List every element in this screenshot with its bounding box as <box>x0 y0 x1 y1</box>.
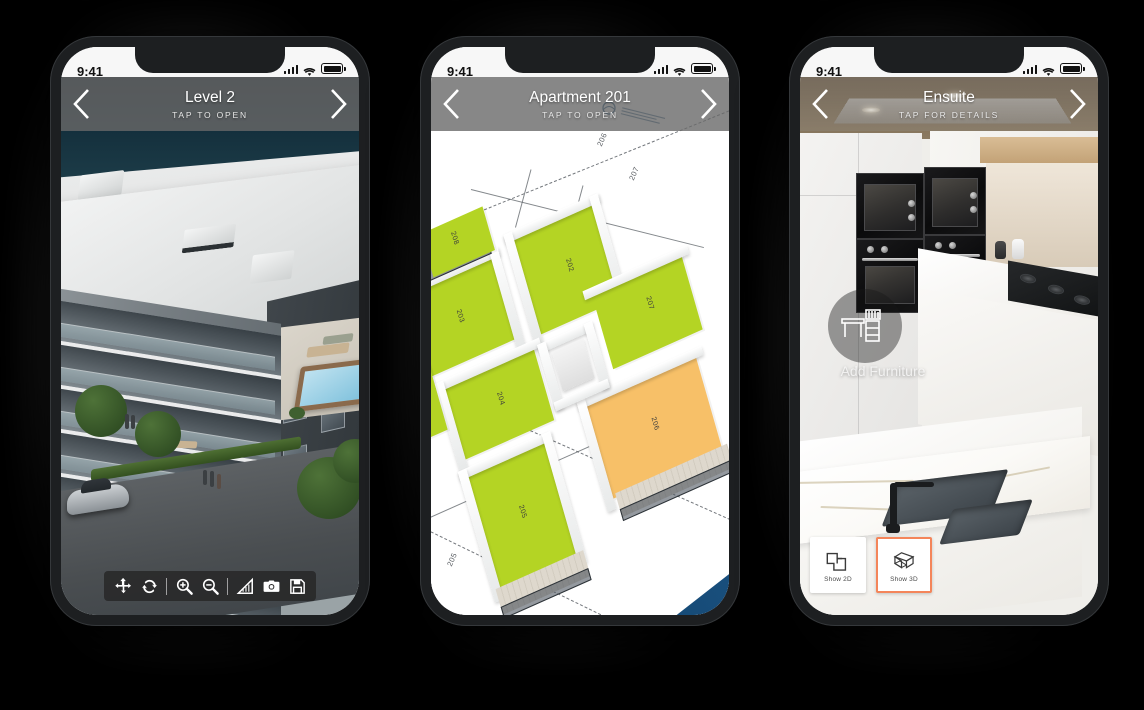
page-title: Apartment 201 <box>529 88 631 106</box>
timber-panel <box>980 137 1098 163</box>
wifi-icon <box>673 64 686 76</box>
lift-shaft <box>551 337 595 392</box>
tree <box>135 411 181 457</box>
chevron-right-icon[interactable] <box>1066 87 1088 121</box>
phone-interior: 9:41 Add Furniture Show 2D Show 3D Ensui… <box>789 36 1109 626</box>
add-furniture-label: Add Furniture <box>840 363 926 379</box>
level-navigation-bar[interactable]: Level 2 TAP TO OPEN <box>61 77 359 131</box>
toolbar-divider <box>227 577 228 595</box>
nav-text-group: Level 2 TAP TO OPEN <box>172 89 248 120</box>
chevron-left-icon[interactable] <box>71 87 93 121</box>
nav-text-group: Ensuite TAP FOR DETAILS <box>899 89 999 120</box>
phone-screen: 9:41 <box>61 47 359 615</box>
chevron-left-icon[interactable] <box>810 87 832 121</box>
page-subtitle: TAP TO OPEN <box>172 109 248 120</box>
measure-tool-button[interactable] <box>233 574 257 598</box>
status-bar-indicators <box>653 60 716 76</box>
decor-vase <box>995 241 1006 259</box>
screen-content: 205 206 207 203 202 204 205 206 207 208 … <box>431 77 729 615</box>
status-bar-indicators <box>283 60 346 76</box>
model-toolbar[interactable] <box>104 571 316 601</box>
interior-kitchen-render[interactable]: Add Furniture Show 2D Show 3D <box>800 77 1098 615</box>
show-3d-button[interactable]: Show 3D <box>876 537 932 593</box>
show-2d-label: Show 2D <box>824 575 852 583</box>
save-button[interactable] <box>285 574 309 598</box>
phone-building: 9:41 Level 2 TAP TO OPEN <box>50 36 370 626</box>
show-3d-label: Show 3D <box>890 575 918 583</box>
orbit-tool-button[interactable] <box>137 574 161 598</box>
chevron-left-icon[interactable] <box>441 87 463 121</box>
status-bar-time: 9:41 <box>816 66 843 77</box>
toolbar-divider <box>166 577 167 595</box>
status-bar-indicators <box>1022 60 1085 76</box>
pedestrian <box>203 470 207 485</box>
tap-spout <box>894 482 934 487</box>
planter <box>289 407 305 419</box>
roof-plant <box>249 250 295 284</box>
show-2d-button[interactable]: Show 2D <box>810 537 866 593</box>
battery-icon <box>321 63 346 74</box>
cellular-signal-icon <box>1022 65 1037 74</box>
level-floorplan-3d[interactable]: 205 206 207 203 202 204 205 206 207 208 <box>431 77 729 615</box>
status-bar-time: 9:41 <box>77 66 104 77</box>
chevron-right-icon[interactable] <box>697 87 719 121</box>
nav-text-group: Apartment 201 TAP TO OPEN <box>529 89 631 120</box>
pedestrian <box>125 414 129 429</box>
phone-screen: 9:41 <box>431 47 729 615</box>
battery-icon <box>1060 63 1085 74</box>
notch <box>505 47 655 73</box>
page-title: Ensuite <box>923 88 975 106</box>
zoom-in-button[interactable] <box>172 574 196 598</box>
wifi-icon <box>1042 64 1055 76</box>
notch <box>874 47 1024 73</box>
pan-tool-button[interactable] <box>111 574 135 598</box>
exterior-building-render[interactable] <box>61 77 359 615</box>
phone-floorplan: 9:41 205 206 207 203 202 204 205 206 207… <box>420 36 740 626</box>
tap-base <box>886 524 900 533</box>
wall-oven-upper-left <box>856 173 924 239</box>
add-furniture-button[interactable]: Add Furniture <box>808 289 958 399</box>
floorplan-model[interactable]: 203 202 204 205 206 207 208 <box>431 77 729 615</box>
chevron-right-icon[interactable] <box>327 87 349 121</box>
battery-icon <box>691 63 716 74</box>
furniture-icon <box>840 307 892 347</box>
zoom-out-button[interactable] <box>198 574 222 598</box>
view-toggle-group[interactable]: Show 2D Show 3D <box>810 537 932 593</box>
tree <box>75 385 127 437</box>
screen-content: Level 2 TAP TO OPEN <box>61 77 359 615</box>
status-bar-time: 9:41 <box>447 66 474 77</box>
page-subtitle: TAP FOR DETAILS <box>898 109 1000 120</box>
wall-oven-upper-right <box>924 167 986 235</box>
rooftop-spa-pool <box>293 357 359 413</box>
decor-vase <box>1012 239 1024 259</box>
cellular-signal-icon <box>283 65 298 74</box>
pedestrian <box>210 471 214 487</box>
cellular-signal-icon <box>653 65 668 74</box>
page-subtitle: TAP TO OPEN <box>542 109 618 120</box>
screen-content: Add Furniture Show 2D Show 3D Ensuite TA… <box>800 77 1098 615</box>
pedestrian <box>131 415 135 429</box>
page-title: Level 2 <box>185 88 235 106</box>
apartment-navigation-bar[interactable]: Apartment 201 TAP TO OPEN <box>431 77 729 131</box>
screenshot-button[interactable] <box>259 574 283 598</box>
room-navigation-bar[interactable]: Ensuite TAP FOR DETAILS <box>800 77 1098 131</box>
phone-screen: 9:41 <box>800 47 1098 615</box>
tap-body <box>890 483 897 527</box>
app-background: 9:41 Level 2 TAP TO OPEN 9:41 205 206 20… <box>0 0 1144 710</box>
wifi-icon <box>303 64 316 76</box>
notch <box>135 47 285 73</box>
pedestrian <box>217 474 221 489</box>
